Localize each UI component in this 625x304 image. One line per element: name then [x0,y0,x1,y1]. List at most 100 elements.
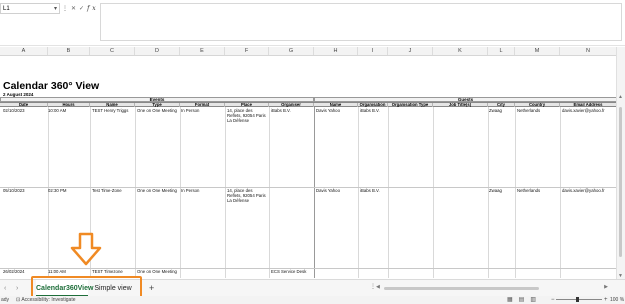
header-cell: Format [180,103,225,107]
cell-format[interactable]: In Person [181,188,224,193]
cell-type[interactable]: One on One Meeting [137,108,179,113]
formula-bar: L1 ▾ ⋮✕✓fx [0,0,625,46]
scroll-up-icon[interactable]: ▲ [618,94,623,100]
column-header[interactable]: B [48,47,90,55]
header-cell: Place [225,103,269,107]
scroll-thumb[interactable] [384,287,539,290]
grid-line [515,107,516,278]
cell-hours[interactable]: 02:30 PM [48,188,89,193]
column-header[interactable]: K [433,47,488,55]
grid-line [433,107,434,278]
grid-line [269,107,270,278]
zoom-level[interactable]: 100 % [610,296,624,304]
column-header[interactable]: A [0,47,48,55]
cell-country[interactable]: Netherlands [517,108,559,113]
report-title: Calendar 360° View [3,80,100,92]
zoom-out-icon[interactable]: − [551,296,555,304]
column-header[interactable]: N [560,47,617,55]
page-break-icon[interactable]: ▥ [530,297,542,303]
cell-city[interactable]: Zwaag [489,188,515,193]
vertical-scrollbar[interactable]: ▲ ▼ [616,47,625,280]
column-headers: A B C D E F G H I J K L M N [0,47,625,56]
cell-guest-name[interactable]: Davis Yahoo [316,108,357,113]
status-bar: ady ⊡ Accessibility: Investigate ▦▤▥ − +… [0,296,625,304]
cell-country[interactable]: Netherlands [517,188,559,193]
header-cell: Organisation Type [388,103,433,107]
confirm-icon[interactable]: ✓ [79,6,87,12]
column-header[interactable]: C [90,47,135,55]
chevron-right-icon[interactable]: › [16,280,18,297]
cell-date[interactable]: 26/02/2024 [3,269,47,274]
zoom-slider-handle[interactable] [576,297,579,302]
cell-organiser[interactable]: ECS Service Desk [271,269,313,274]
cell-guest-name[interactable]: Davis Yahoo [316,188,357,193]
zoom-in-icon[interactable]: + [604,296,608,304]
header-cell: Email Address [560,103,617,107]
cell-email[interactable]: davis.xavier@yahoo.fr [562,188,617,193]
column-header[interactable]: J [388,47,433,55]
scroll-right-icon[interactable]: ▶ [604,284,608,290]
cell-date[interactable]: 02/10/2023 [3,108,47,113]
grid-line [388,107,389,278]
header-cell: Organisation [358,103,388,107]
cell-name[interactable]: TEST Timezone [92,269,134,274]
cell-type[interactable]: One on One Meeting [137,188,179,193]
column-header[interactable]: D [135,47,180,55]
tab-highlight-box [31,276,142,298]
cell-organiser[interactable]: iBabs B.V. [271,108,313,113]
scroll-left-icon[interactable]: ◀ [376,284,380,290]
status-text: ady [1,297,10,303]
column-header[interactable]: F [225,47,269,55]
normal-view-icon[interactable]: ▦ [507,297,519,303]
down-arrow-icon [70,232,102,266]
column-header[interactable]: H [314,47,358,55]
name-box-value: L1 [3,6,10,12]
fx-icon[interactable]: fx [87,5,99,12]
cell-email[interactable]: davis.xavier@yahoo.fr [562,108,617,113]
grid-line [314,107,315,278]
cell-organisation[interactable]: iBabs B.V. [360,188,388,193]
horizontal-scrollbar[interactable]: ⋮ ◀ ▶ [370,284,608,291]
add-sheet-button[interactable]: + [149,280,154,297]
cell-name[interactable]: TEST Henry Triggs [92,108,134,113]
header-cell: Hours [48,103,90,107]
cell-place[interactable]: 14, place des Reflets, 92054 Paris La Dé… [227,188,268,203]
cell-hours[interactable]: 11:00 AM [48,269,89,274]
grid-line [358,107,359,278]
header-cell: City [488,103,515,107]
scroll-thumb[interactable] [619,107,622,257]
cell-name[interactable]: Test Time-Zone [92,188,134,193]
chevron-left-icon[interactable]: ‹ [4,280,6,297]
cell-city[interactable]: Zwaag [489,108,515,113]
cancel-icon[interactable]: ✕ [71,6,79,12]
cell-place[interactable]: 14, place des Reflets, 92054 Paris La Dé… [227,108,268,123]
grid-line [560,107,561,278]
grid-line [135,107,136,278]
accessibility-status[interactable]: ⊡ Accessibility: Investigate [16,296,76,304]
column-header[interactable]: I [358,47,388,55]
cell-hours[interactable]: 10:00 AM [48,108,89,113]
view-buttons: ▦▤▥ [507,296,542,304]
chevron-down-icon[interactable]: ▾ [54,4,57,15]
zoom-slider[interactable] [556,299,602,300]
formula-icons: ⋮✕✓fx [62,3,99,14]
column-header[interactable]: L [488,47,515,55]
header-cell: Date [0,103,48,107]
cell-organisation[interactable]: iBabs B.V. [360,108,388,113]
formula-input[interactable] [100,3,622,41]
name-box[interactable]: L1 ▾ [0,3,60,14]
header-cell: Job Title(s) [433,103,488,107]
accessibility-label: Accessibility: Investigate [21,297,76,303]
cell-type[interactable]: One on One Meeting [137,269,179,274]
page-layout-icon[interactable]: ▤ [519,297,531,303]
grid-line [225,107,226,278]
column-header[interactable]: E [180,47,225,55]
header-cell: Type [135,103,180,107]
header-cell: Name [90,103,135,107]
column-header[interactable]: G [269,47,314,55]
cell-format[interactable]: In Person [181,108,224,113]
table-header: Date Hours Name Type Format Place Organi… [0,102,617,107]
cell-date[interactable]: 05/10/2023 [3,188,47,193]
more-icon[interactable]: ⋮ [62,6,71,12]
column-header[interactable]: M [515,47,560,55]
